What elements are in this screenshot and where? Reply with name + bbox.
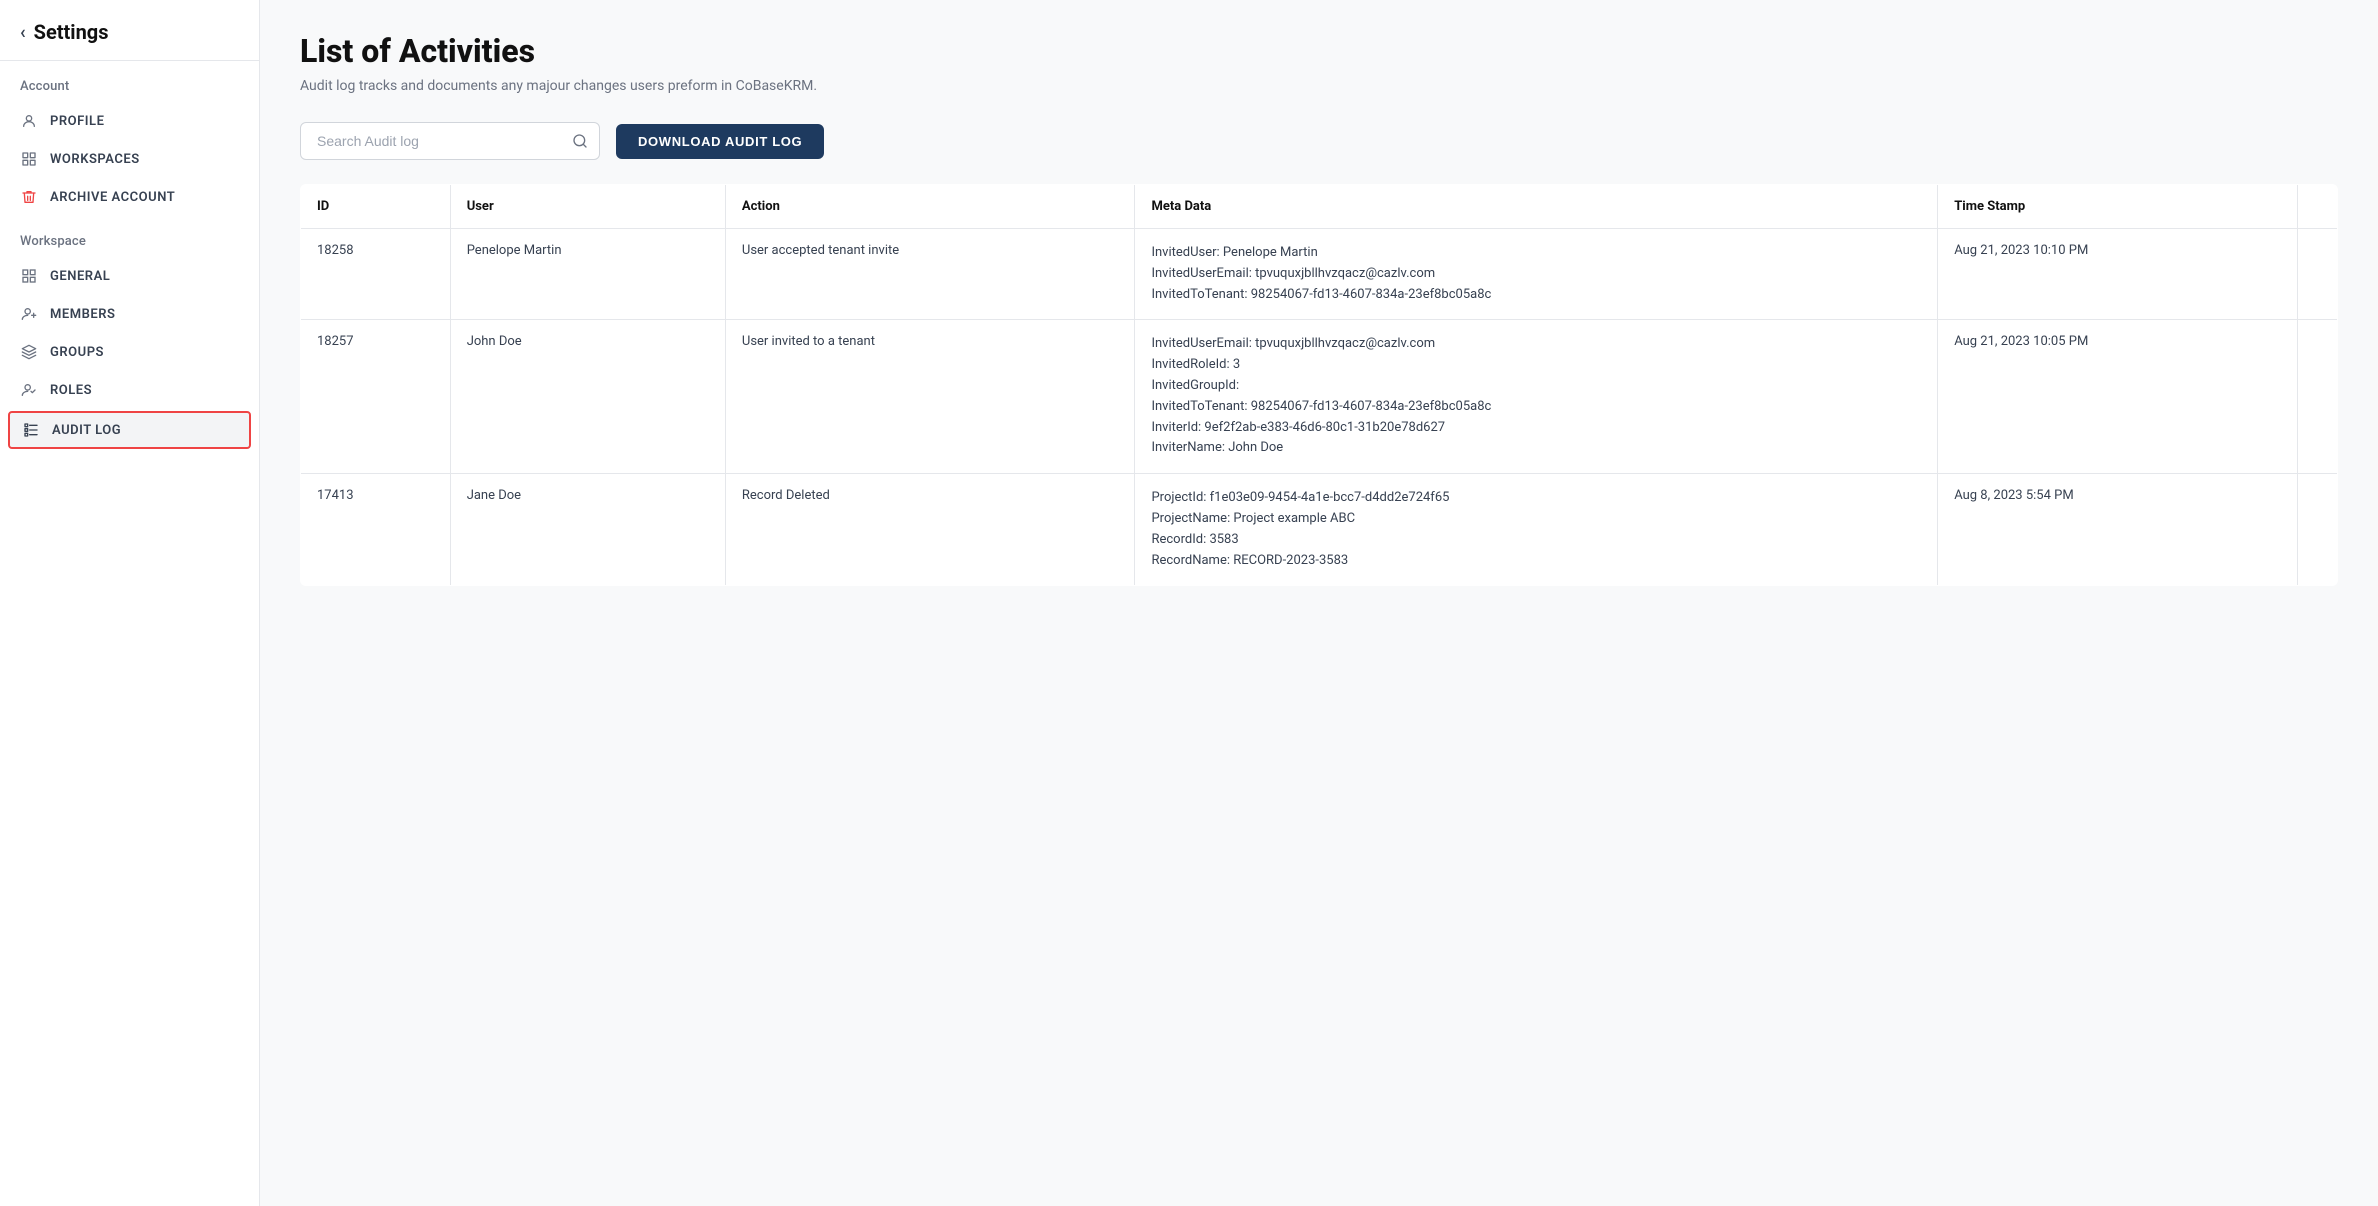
cell-timestamp: Aug 21, 2023 10:05 PM bbox=[1938, 320, 2298, 474]
sidebar-item-label: MEMBERS bbox=[50, 307, 116, 322]
col-header-action: Action bbox=[725, 185, 1135, 229]
sidebar-item-label: WORKSPACES bbox=[50, 152, 140, 167]
sidebar-item-roles[interactable]: ROLES bbox=[0, 371, 259, 409]
workspace-section-label: Workspace bbox=[0, 216, 259, 257]
col-header-id: ID bbox=[301, 185, 451, 229]
sidebar-item-label: AUDIT LOG bbox=[52, 423, 121, 438]
cell-timestamp: Aug 8, 2023 5:54 PM bbox=[1938, 474, 2298, 586]
search-icon bbox=[572, 133, 588, 149]
cell-extra bbox=[2298, 320, 2338, 474]
cell-timestamp: Aug 21, 2023 10:10 PM bbox=[1938, 229, 2298, 320]
grid-icon bbox=[20, 150, 38, 168]
table-header-row: ID User Action Meta Data Time Stamp bbox=[301, 185, 2338, 229]
cell-metadata: ProjectId: f1e03e09-9454-4a1e-bcc7-d4dd2… bbox=[1135, 474, 1938, 586]
cell-id: 18258 bbox=[301, 229, 451, 320]
sidebar-item-workspaces[interactable]: WORKSPACES bbox=[0, 140, 259, 178]
cell-user: Penelope Martin bbox=[450, 229, 725, 320]
search-wrapper bbox=[300, 122, 600, 160]
download-audit-log-button[interactable]: DOWNLOAD AUDIT LOG bbox=[616, 124, 824, 159]
person-check-icon bbox=[20, 381, 38, 399]
cell-metadata: InvitedUserEmail: tpvuquxjbllhvzqacz@caz… bbox=[1135, 320, 1938, 474]
cell-extra bbox=[2298, 229, 2338, 320]
search-icon-button[interactable] bbox=[572, 133, 588, 149]
person-icon bbox=[20, 112, 38, 130]
sidebar-item-label: PROFILE bbox=[50, 114, 104, 129]
cell-user: Jane Doe bbox=[450, 474, 725, 586]
col-header-extra bbox=[2298, 185, 2338, 229]
sidebar-item-archive-account[interactable]: ARCHIVE ACCOUNT bbox=[0, 178, 259, 216]
cell-extra bbox=[2298, 474, 2338, 586]
cell-id: 17413 bbox=[301, 474, 451, 586]
sidebar-item-label: ARCHIVE ACCOUNT bbox=[50, 190, 175, 205]
audit-log-table: ID User Action Meta Data Time Stamp 1825… bbox=[300, 184, 2338, 586]
account-section-label: Account bbox=[0, 61, 259, 102]
main-content: List of Activities Audit log tracks and … bbox=[260, 0, 2378, 1206]
sidebar-item-label: GROUPS bbox=[50, 345, 104, 360]
cell-user: John Doe bbox=[450, 320, 725, 474]
col-header-timestamp: Time Stamp bbox=[1938, 185, 2298, 229]
sidebar-item-label: GENERAL bbox=[50, 269, 110, 284]
sidebar: ‹ Settings Account PROFILE WORKSPACES bbox=[0, 0, 260, 1206]
col-header-user: User bbox=[450, 185, 725, 229]
toolbar: DOWNLOAD AUDIT LOG bbox=[300, 122, 2338, 160]
sidebar-header[interactable]: ‹ Settings bbox=[0, 0, 259, 61]
settings-title: Settings bbox=[34, 20, 109, 44]
cell-action: Record Deleted bbox=[725, 474, 1135, 586]
sidebar-item-profile[interactable]: PROFILE bbox=[0, 102, 259, 140]
col-header-metadata: Meta Data bbox=[1135, 185, 1938, 229]
sidebar-item-label: ROLES bbox=[50, 383, 92, 398]
cell-metadata: InvitedUser: Penelope MartinInvitedUserE… bbox=[1135, 229, 1938, 320]
person-add-icon bbox=[20, 305, 38, 323]
back-arrow-icon[interactable]: ‹ bbox=[20, 22, 26, 43]
grid-small-icon bbox=[20, 267, 38, 285]
sidebar-item-audit-log[interactable]: AUDIT LOG bbox=[8, 411, 251, 449]
layers-icon bbox=[20, 343, 38, 361]
table-row: 18258 Penelope Martin User accepted tena… bbox=[301, 229, 2338, 320]
table-row: 17413 Jane Doe Record Deleted ProjectId:… bbox=[301, 474, 2338, 586]
cell-id: 18257 bbox=[301, 320, 451, 474]
page-title: List of Activities bbox=[300, 32, 2338, 70]
cell-action: User accepted tenant invite bbox=[725, 229, 1135, 320]
cell-action: User invited to a tenant bbox=[725, 320, 1135, 474]
sidebar-item-members[interactable]: MEMBERS bbox=[0, 295, 259, 333]
table-row: 18257 John Doe User invited to a tenant … bbox=[301, 320, 2338, 474]
trash-icon bbox=[20, 188, 38, 206]
search-input[interactable] bbox=[300, 122, 600, 160]
sidebar-item-general[interactable]: GENERAL bbox=[0, 257, 259, 295]
page-subtitle: Audit log tracks and documents any majou… bbox=[300, 78, 2338, 94]
sidebar-item-groups[interactable]: GROUPS bbox=[0, 333, 259, 371]
list-icon bbox=[22, 421, 40, 439]
